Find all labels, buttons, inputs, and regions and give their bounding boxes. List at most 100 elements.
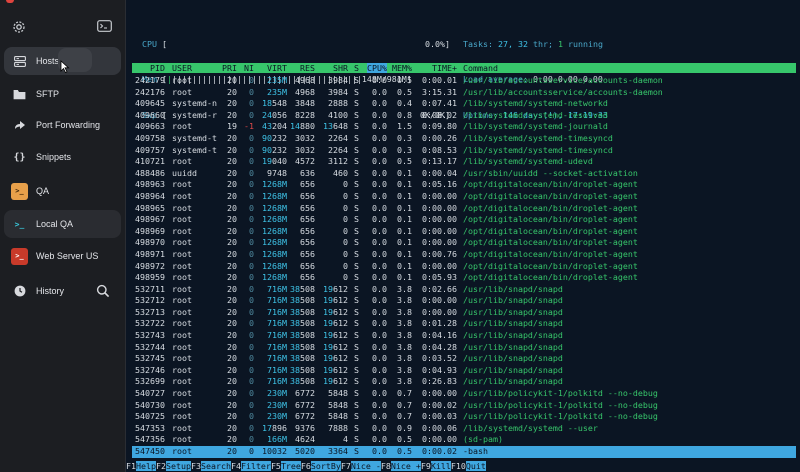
table-row[interactable]: 547356 root 20 0 166M 4624 4 S 0.0 0.5 0:00.00 (sd-… <box>132 434 796 446</box>
table-row[interactable]: 498967 root 20 0 1268M 656 0 S 0.0 0.1 0:00.00/opt… <box>132 214 796 226</box>
column-header-command[interactable]: Command <box>463 63 498 73</box>
search-icon[interactable] <box>96 284 110 298</box>
table-row[interactable]: 532744 root 20 0 716M 38508 19612 S 0.0 3.8 0:04.2… <box>132 342 796 354</box>
process-table-header[interactable]: PID USER PRI NI VIRT RES SHR S CPU% MEM% TIME+ Comm… <box>132 63 796 73</box>
fkey-label[interactable]: Filter <box>240 461 271 471</box>
fkey-f4[interactable]: F4 <box>230 461 241 471</box>
cell-pid: 498972 <box>135 260 165 271</box>
table-row[interactable]: 410721 root 20 0 19040 4572 3112 S 0.0 0.5 0:13.17… <box>132 156 796 168</box>
fkey-f7[interactable]: F7 <box>340 461 351 471</box>
cell-cpu-percent: 0.0 <box>372 144 387 155</box>
table-row[interactable]: 498971 root 20 0 1268M 656 0 S 0.0 0.1 0:00.76/opt… <box>132 249 796 261</box>
sidebar-item-history[interactable]: History <box>4 277 89 305</box>
table-row[interactable]: 498959 root 20 0 1268M 656 0 S 0.0 0.1 0:05.93/opt… <box>132 272 796 284</box>
table-row[interactable]: 488486 uuidd 20 0 9748 636 460 S 0.0 0.1 0:00.04/u… <box>132 168 796 180</box>
table-row[interactable]: 498964 root 20 0 1268M 656 0 S 0.0 0.1 0:00.00/opt… <box>132 191 796 203</box>
table-row[interactable]: 532743 root 20 0 716M 38508 19612 S 0.0 3.8 0:04.1… <box>132 330 796 342</box>
column-header-priority[interactable]: PRI <box>222 63 237 73</box>
table-row[interactable]: 498972 root 20 0 1268M 656 0 S 0.0 0.1 0:00.00/opt… <box>132 261 796 273</box>
table-row[interactable]: 532712 root 20 0 716M 38508 19612 S 0.0 3.8 0:00.0… <box>132 295 796 307</box>
fkey-label[interactable]: Setup <box>165 461 191 471</box>
cell-nice: 0 <box>249 260 254 271</box>
cell-command: /lib/systemd/systemd-udevd <box>463 156 593 167</box>
table-row[interactable]: 409660 systemd-r 20 0 24056 8228 4100 S 0.0 0.8 0:… <box>132 110 796 122</box>
cell-cpu-percent: 0.0 <box>372 75 387 85</box>
table-row[interactable]: 547353 root 20 0 17896 9376 7888 S 0.0 0.9 0:00.06… <box>132 423 796 435</box>
column-header-time[interactable]: TIME+ <box>432 63 457 73</box>
table-row[interactable]: 409663 root 19 -1 43204 14880 13648 S 0.0 1.5 0:09… <box>132 121 796 133</box>
table-row[interactable]: 532746 root 20 0 716M 38508 19612 S 0.0 3.8 0:04.9… <box>132 365 796 377</box>
fkey-label[interactable]: Search <box>200 461 231 471</box>
sidebar-item-qa[interactable]: >_ QA <box>4 177 121 205</box>
table-row[interactable]: 498969 root 20 0 1268M 656 0 S 0.0 0.1 0:00.00/opt… <box>132 226 796 238</box>
cell-priority: 20 <box>227 98 237 109</box>
fkey-label[interactable]: Tree <box>280 461 301 471</box>
sidebar-item-port-forwarding[interactable]: Port Forwarding <box>4 111 121 139</box>
table-row[interactable]: 498963 root 20 0 1268M 656 0 S 0.0 0.1 0:05.16/opt… <box>132 179 796 191</box>
table-row[interactable]: 242176 root 20 0 235M 4968 3984 S 0.0 0.5 3:15.31 /… <box>132 87 796 99</box>
column-header-cpu-percent[interactable]: CPU% <box>367 63 387 73</box>
cell-cpu-percent: 0.0 <box>372 132 387 143</box>
cell-state: S <box>354 364 359 375</box>
close-window-button[interactable] <box>6 0 14 3</box>
table-row[interactable]: 532699 root 20 0 716M 38508 19612 S 0.0 3.8 0:26.8… <box>132 376 796 388</box>
sidebar-item-snippets[interactable]: {} Snippets <box>4 143 121 171</box>
table-row[interactable]: 498965 root 20 0 1268M 656 0 S 0.0 0.1 0:00.00/opt… <box>132 203 796 215</box>
column-header-shr[interactable]: SHR <box>333 63 348 73</box>
sidebar-item-sftp[interactable]: SFTP <box>4 80 121 108</box>
cell-user: root <box>172 341 192 352</box>
new-terminal-icon[interactable] <box>96 20 112 36</box>
sidebar-item-local-qa[interactable]: >_ Local QA <box>4 210 121 238</box>
process-table[interactable]: 242179 root 20 0 235M 4968 3984 S 0.0 0.5 0:00.01 /… <box>132 75 796 458</box>
table-row[interactable]: 540730 root 20 0 230M 6772 5848 S 0.0 0.7 0:00.02 /… <box>132 400 796 412</box>
fkey-label[interactable]: Nice + <box>390 461 421 471</box>
table-row[interactable]: 547450 root 20 0 10032 5020 3364 S 0.0 0.5 0:00.02… <box>132 446 796 458</box>
fkey-f2[interactable]: F2 <box>155 461 166 471</box>
terminal-htop[interactable]: CPU[0.0%] Mem [||||||||||||||||||||||||||… <box>126 0 800 472</box>
clock-icon <box>11 283 28 300</box>
fkey-f6[interactable]: F6 <box>300 461 311 471</box>
fkey-f1[interactable]: F1 <box>126 461 136 471</box>
table-row[interactable]: 532711 root 20 0 716M 38508 19612 S 0.0 3.8 0:02.6… <box>132 284 796 296</box>
fkey-f8[interactable]: F8 <box>380 461 391 471</box>
table-row[interactable]: 498970 root 20 0 1268M 656 0 S 0.0 0.1 0:00.00/opt… <box>132 237 796 249</box>
fkey-f5[interactable]: F5 <box>270 461 281 471</box>
cell-mem-percent: 0.5 <box>397 156 412 167</box>
column-header-res[interactable]: RES <box>300 63 315 73</box>
fkey-label[interactable]: SortBy <box>310 461 341 471</box>
column-header-state[interactable]: S <box>354 63 359 73</box>
fkey-label[interactable]: Nice - <box>350 461 381 471</box>
column-header-virt[interactable]: VIRT <box>267 63 287 73</box>
table-row[interactable]: 532722 root 20 0 716M 38508 19612 S 0.0 3.8 0:01.2… <box>132 318 796 330</box>
cell-priority: 20 <box>227 399 237 410</box>
cell-time: 0:02.66 <box>422 283 457 294</box>
cell-virt: 10032 <box>262 446 287 456</box>
column-header-nice[interactable]: NI <box>244 63 254 73</box>
sidebar-item-web-server-us[interactable]: >_ Web Server US <box>4 242 121 270</box>
table-row[interactable]: 242179 root 20 0 235M 4968 3984 S 0.0 0.5 0:00.01 /… <box>132 75 796 87</box>
column-header-user[interactable]: USER <box>172 63 192 73</box>
table-row[interactable]: 409645 systemd-n 20 0 18548 3848 2888 S 0.0 0.4 0:… <box>132 98 796 110</box>
fkey-label[interactable]: Help <box>136 461 156 471</box>
table-row[interactable]: 532713 root 20 0 716M 38508 19612 S 0.0 3.8 0:00.0… <box>132 307 796 319</box>
function-key-bar[interactable]: F1HelpF2SetupF3SearchF4FilterF5TreeF6Sor… <box>126 460 800 472</box>
fkey-f3[interactable]: F3 <box>190 461 201 471</box>
fkey-label[interactable]: Kill <box>430 461 451 471</box>
table-row[interactable]: 409757 systemd-t 20 0 90232 3032 2264 S 0.0 0.3 0:… <box>132 145 796 157</box>
table-row[interactable]: 409758 systemd-t 20 0 90232 3032 2264 S 0.0 0.3 0:… <box>132 133 796 145</box>
table-row[interactable]: 540727 root 20 0 230M 6772 5848 S 0.0 0.7 0:00.00 /… <box>132 388 796 400</box>
fkey-f9[interactable]: F9 <box>420 461 431 471</box>
settings-gear-icon[interactable] <box>11 20 27 36</box>
table-row[interactable]: 540725 root 20 0 230M 6772 5848 S 0.0 0.7 0:00.03 /… <box>132 411 796 423</box>
cell-nice: 0 <box>249 422 254 433</box>
column-header-mem-percent[interactable]: MEM% <box>392 63 412 73</box>
fkey-f10[interactable]: F10 <box>450 461 466 471</box>
cell-mem-percent: 0.4 <box>397 98 412 109</box>
column-header-pid[interactable]: PID <box>150 63 165 73</box>
cell-res: 656 <box>300 237 315 248</box>
fkey-label[interactable]: Quit <box>465 461 486 471</box>
sidebar-item-label: Snippets <box>36 152 72 162</box>
cell-mem-percent: 3.8 <box>397 341 412 352</box>
cell-mem-percent: 3.8 <box>397 376 412 387</box>
table-row[interactable]: 532745 root 20 0 716M 38508 19612 S 0.0 3.8 0:03.5… <box>132 353 796 365</box>
